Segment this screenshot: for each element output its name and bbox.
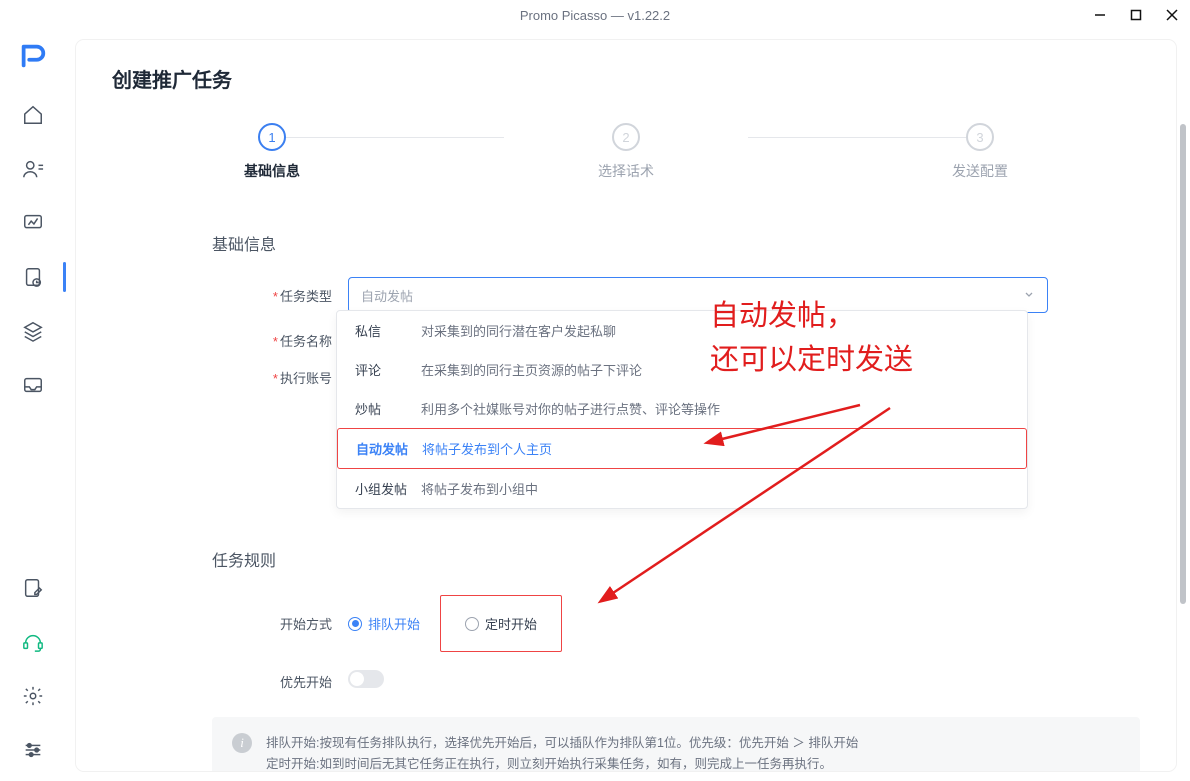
label-task-type: 任务类型 bbox=[280, 289, 332, 304]
page-title: 创建推广任务 bbox=[112, 64, 1140, 93]
nav-inbox-icon[interactable] bbox=[10, 362, 56, 408]
nav-monitor-icon[interactable] bbox=[10, 200, 56, 246]
label-task-name: 任务名称 bbox=[280, 334, 332, 349]
option-private-msg[interactable]: 私信对采集到的同行潜在客户发起私聊 bbox=[337, 311, 1027, 350]
maximize-button[interactable] bbox=[1118, 0, 1154, 30]
option-comment[interactable]: 评论在采集到的同行主页资源的帖子下评论 bbox=[337, 350, 1027, 389]
nav-clipboard-icon[interactable] bbox=[10, 254, 56, 300]
info-line-2: 定时开始:如到时间后无其它任务正在执行，则立刻开始执行采集任务，如有，则完成上一… bbox=[266, 754, 858, 771]
nav-home-icon[interactable] bbox=[10, 92, 56, 138]
nav-layers-icon[interactable] bbox=[10, 308, 56, 354]
select-task-type[interactable]: 自动发帖 bbox=[348, 277, 1048, 313]
step-indicator: 1 基础信息 2 选择话术 3 发送配置 bbox=[212, 123, 1040, 181]
label-priority: 优先开始 bbox=[280, 675, 332, 690]
row-task-type: *任务类型 自动发帖 bbox=[112, 277, 1140, 313]
info-icon: i bbox=[232, 733, 252, 753]
step-3[interactable]: 3 发送配置 bbox=[920, 123, 1040, 181]
step-2[interactable]: 2 选择话术 bbox=[566, 123, 686, 181]
row-start-mode: 开始方式 排队开始 定时开始 bbox=[112, 595, 1140, 652]
scrollbar[interactable] bbox=[1178, 100, 1188, 771]
option-auto-post[interactable]: 自动发帖将帖子发布到个人主页 bbox=[337, 428, 1027, 469]
app-logo bbox=[17, 40, 49, 72]
close-button[interactable] bbox=[1154, 0, 1190, 30]
sidebar bbox=[0, 30, 66, 781]
radio-queue-start[interactable]: 排队开始 bbox=[348, 614, 420, 633]
label-exec-account: 执行账号 bbox=[280, 371, 332, 386]
toggle-priority[interactable] bbox=[348, 670, 384, 688]
select-task-type-value: 自动发帖 bbox=[361, 286, 413, 305]
window-title: Promo Picasso — v1.22.2 bbox=[520, 8, 670, 23]
step-1[interactable]: 1 基础信息 bbox=[212, 123, 332, 181]
info-box: i 排队开始:按现有任务排队执行，选择优先开始后，可以插队作为排队第1位。优先级… bbox=[212, 717, 1140, 771]
info-line-1: 排队开始:按现有任务排队执行，选择优先开始后，可以插队作为排队第1位。优先级：优… bbox=[266, 733, 858, 754]
minimize-button[interactable] bbox=[1082, 0, 1118, 30]
label-start-mode: 开始方式 bbox=[280, 617, 332, 632]
option-group-post[interactable]: 小组发帖将帖子发布到小组中 bbox=[337, 469, 1027, 508]
window-controls bbox=[1082, 0, 1190, 30]
row-priority: 优先开始 bbox=[112, 670, 1140, 693]
chevron-down-icon bbox=[1023, 288, 1035, 303]
title-bar: Promo Picasso — v1.22.2 bbox=[0, 0, 1190, 30]
task-type-dropdown: 私信对采集到的同行潜在客户发起私聊 评论在采集到的同行主页资源的帖子下评论 炒帖… bbox=[336, 310, 1028, 509]
nav-users-icon[interactable] bbox=[10, 146, 56, 192]
option-boost-post[interactable]: 炒帖利用多个社媒账号对你的帖子进行点赞、评论等操作 bbox=[337, 389, 1027, 428]
section-rules-title: 任务规则 bbox=[212, 547, 1140, 571]
nav-settings-icon[interactable] bbox=[10, 673, 56, 719]
radio-timed-start[interactable]: 定时开始 bbox=[465, 614, 537, 633]
nav-headset-icon[interactable] bbox=[10, 619, 56, 665]
nav-sliders-icon[interactable] bbox=[10, 727, 56, 773]
section-basic-title: 基础信息 bbox=[212, 231, 1140, 255]
nav-edit-icon[interactable] bbox=[10, 565, 56, 611]
